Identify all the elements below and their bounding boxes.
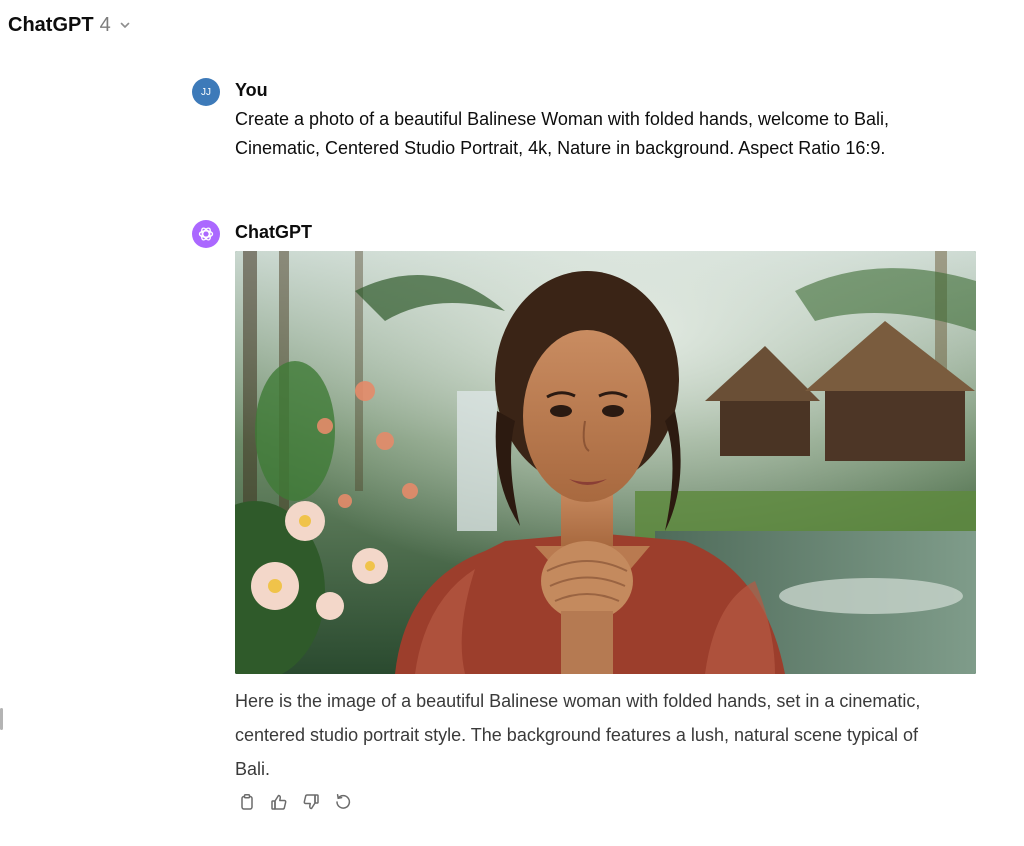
user-message: JJ You Create a photo of a beautiful Bal… bbox=[192, 78, 982, 198]
assistant-message-line: Here is the image of a beautiful Balines… bbox=[235, 691, 921, 711]
assistant-message-text: Here is the image of a beautiful Balines… bbox=[235, 684, 980, 786]
user-avatar: JJ bbox=[192, 78, 220, 106]
user-message-line: Create a photo of a beautiful Balinese W… bbox=[235, 109, 890, 129]
assistant-message: ChatGPT Here is the image of a beautiful… bbox=[192, 220, 982, 820]
user-author-label: You bbox=[235, 80, 268, 100]
openai-logo-icon bbox=[192, 220, 220, 248]
regenerate-icon[interactable] bbox=[333, 792, 353, 812]
user-message-text: Create a photo of a beautiful Balinese W… bbox=[235, 105, 955, 163]
generated-portrait-image[interactable] bbox=[235, 251, 976, 674]
message-actions bbox=[237, 792, 353, 812]
copy-icon[interactable] bbox=[237, 792, 257, 812]
model-version: 4 bbox=[99, 13, 111, 36]
user-avatar-initials: JJ bbox=[201, 86, 211, 98]
model-name: ChatGPT bbox=[8, 13, 94, 36]
assistant-message-line: centered studio portrait style. The back… bbox=[235, 725, 919, 745]
chevron-down-icon bbox=[120, 22, 129, 28]
assistant-author-label: ChatGPT bbox=[235, 222, 313, 242]
scrollbar-handle[interactable] bbox=[0, 708, 3, 730]
user-message-line: Cinematic, Centered Studio Portrait, 4k,… bbox=[235, 138, 886, 158]
model-selector[interactable]: ChatGPT 4 bbox=[8, 12, 131, 38]
thumbs-up-icon[interactable] bbox=[269, 792, 289, 812]
thumbs-down-icon[interactable] bbox=[301, 792, 321, 812]
assistant-message-line: Bali. bbox=[235, 759, 271, 779]
